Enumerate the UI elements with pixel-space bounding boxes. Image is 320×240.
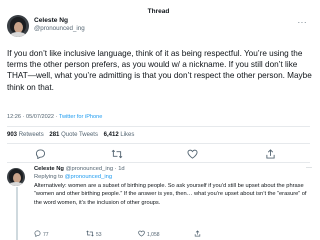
reply-reply-button[interactable]: 77 bbox=[34, 230, 49, 239]
avatar[interactable] bbox=[7, 15, 29, 37]
like-icon[interactable] bbox=[187, 149, 199, 159]
like-count: 1,058 bbox=[147, 232, 160, 238]
reply-avatar[interactable] bbox=[7, 168, 25, 186]
divider bbox=[7, 162, 310, 163]
likes-stat[interactable]: 6,412 Likes bbox=[104, 132, 135, 138]
reply-author-row: Celeste Ng @pronounced_ing · 1d bbox=[34, 165, 312, 173]
reply-text: Alternatively: women are a subset of bir… bbox=[34, 183, 307, 206]
tweet-author-row: Celeste Ng @pronounced_ing ··· bbox=[7, 13, 310, 39]
tweet-text: If you don’t like inclusive language, th… bbox=[7, 49, 312, 92]
reply-retweet-button[interactable]: 53 bbox=[86, 230, 102, 239]
tweet-stats: 903 Retweets 281 Quote Tweets 6,412 Like… bbox=[7, 131, 138, 140]
reply-author-handle: @pronounced_ing · 1d bbox=[65, 166, 125, 172]
tweet-time[interactable]: 12:26 · 05/07/2022 · bbox=[7, 114, 59, 120]
reply-body: Celeste Ng @pronounced_ing · 1d ··· Repl… bbox=[34, 165, 312, 207]
share-icon bbox=[194, 230, 201, 237]
reply-more-icon[interactable]: ··· bbox=[306, 165, 312, 171]
reply-actions: 77 53 1,058 bbox=[34, 230, 304, 239]
reply-like-button[interactable]: 1,058 bbox=[138, 230, 160, 239]
reply-mention[interactable]: @pronounced_ing bbox=[65, 174, 112, 180]
replying-to: Replying to @pronounced_ing bbox=[34, 174, 113, 180]
author-handle: @pronounced_ing bbox=[34, 25, 85, 32]
tweet-actions bbox=[7, 148, 310, 160]
divider bbox=[7, 126, 310, 127]
reply-icon bbox=[34, 230, 41, 238]
share-icon[interactable] bbox=[265, 149, 277, 159]
thread-header: Thread bbox=[0, 0, 317, 15]
quotes-stat[interactable]: 281 Quote Tweets bbox=[49, 132, 98, 138]
thread-line bbox=[16, 187, 18, 240]
reply-author-name[interactable]: Celeste Ng bbox=[34, 166, 64, 172]
tweet-meta: 12:26 · 05/07/2022 · Twitter for iPhone bbox=[7, 113, 102, 121]
retweet-icon bbox=[86, 230, 94, 237]
author-name[interactable]: Celeste Ng bbox=[34, 17, 85, 25]
more-options-icon[interactable]: ··· bbox=[298, 19, 308, 27]
reply-icon[interactable] bbox=[35, 149, 47, 159]
like-icon bbox=[138, 230, 145, 237]
retweet-icon[interactable] bbox=[111, 149, 123, 159]
divider bbox=[7, 143, 310, 144]
tweet-source[interactable]: Twitter for iPhone bbox=[59, 114, 103, 120]
reply-share-button[interactable] bbox=[194, 230, 203, 239]
author-block[interactable]: Celeste Ng @pronounced_ing bbox=[34, 17, 85, 33]
retweets-stat[interactable]: 903 Retweets bbox=[7, 132, 44, 138]
reply-count: 77 bbox=[43, 232, 49, 238]
retweet-count: 53 bbox=[96, 232, 102, 238]
